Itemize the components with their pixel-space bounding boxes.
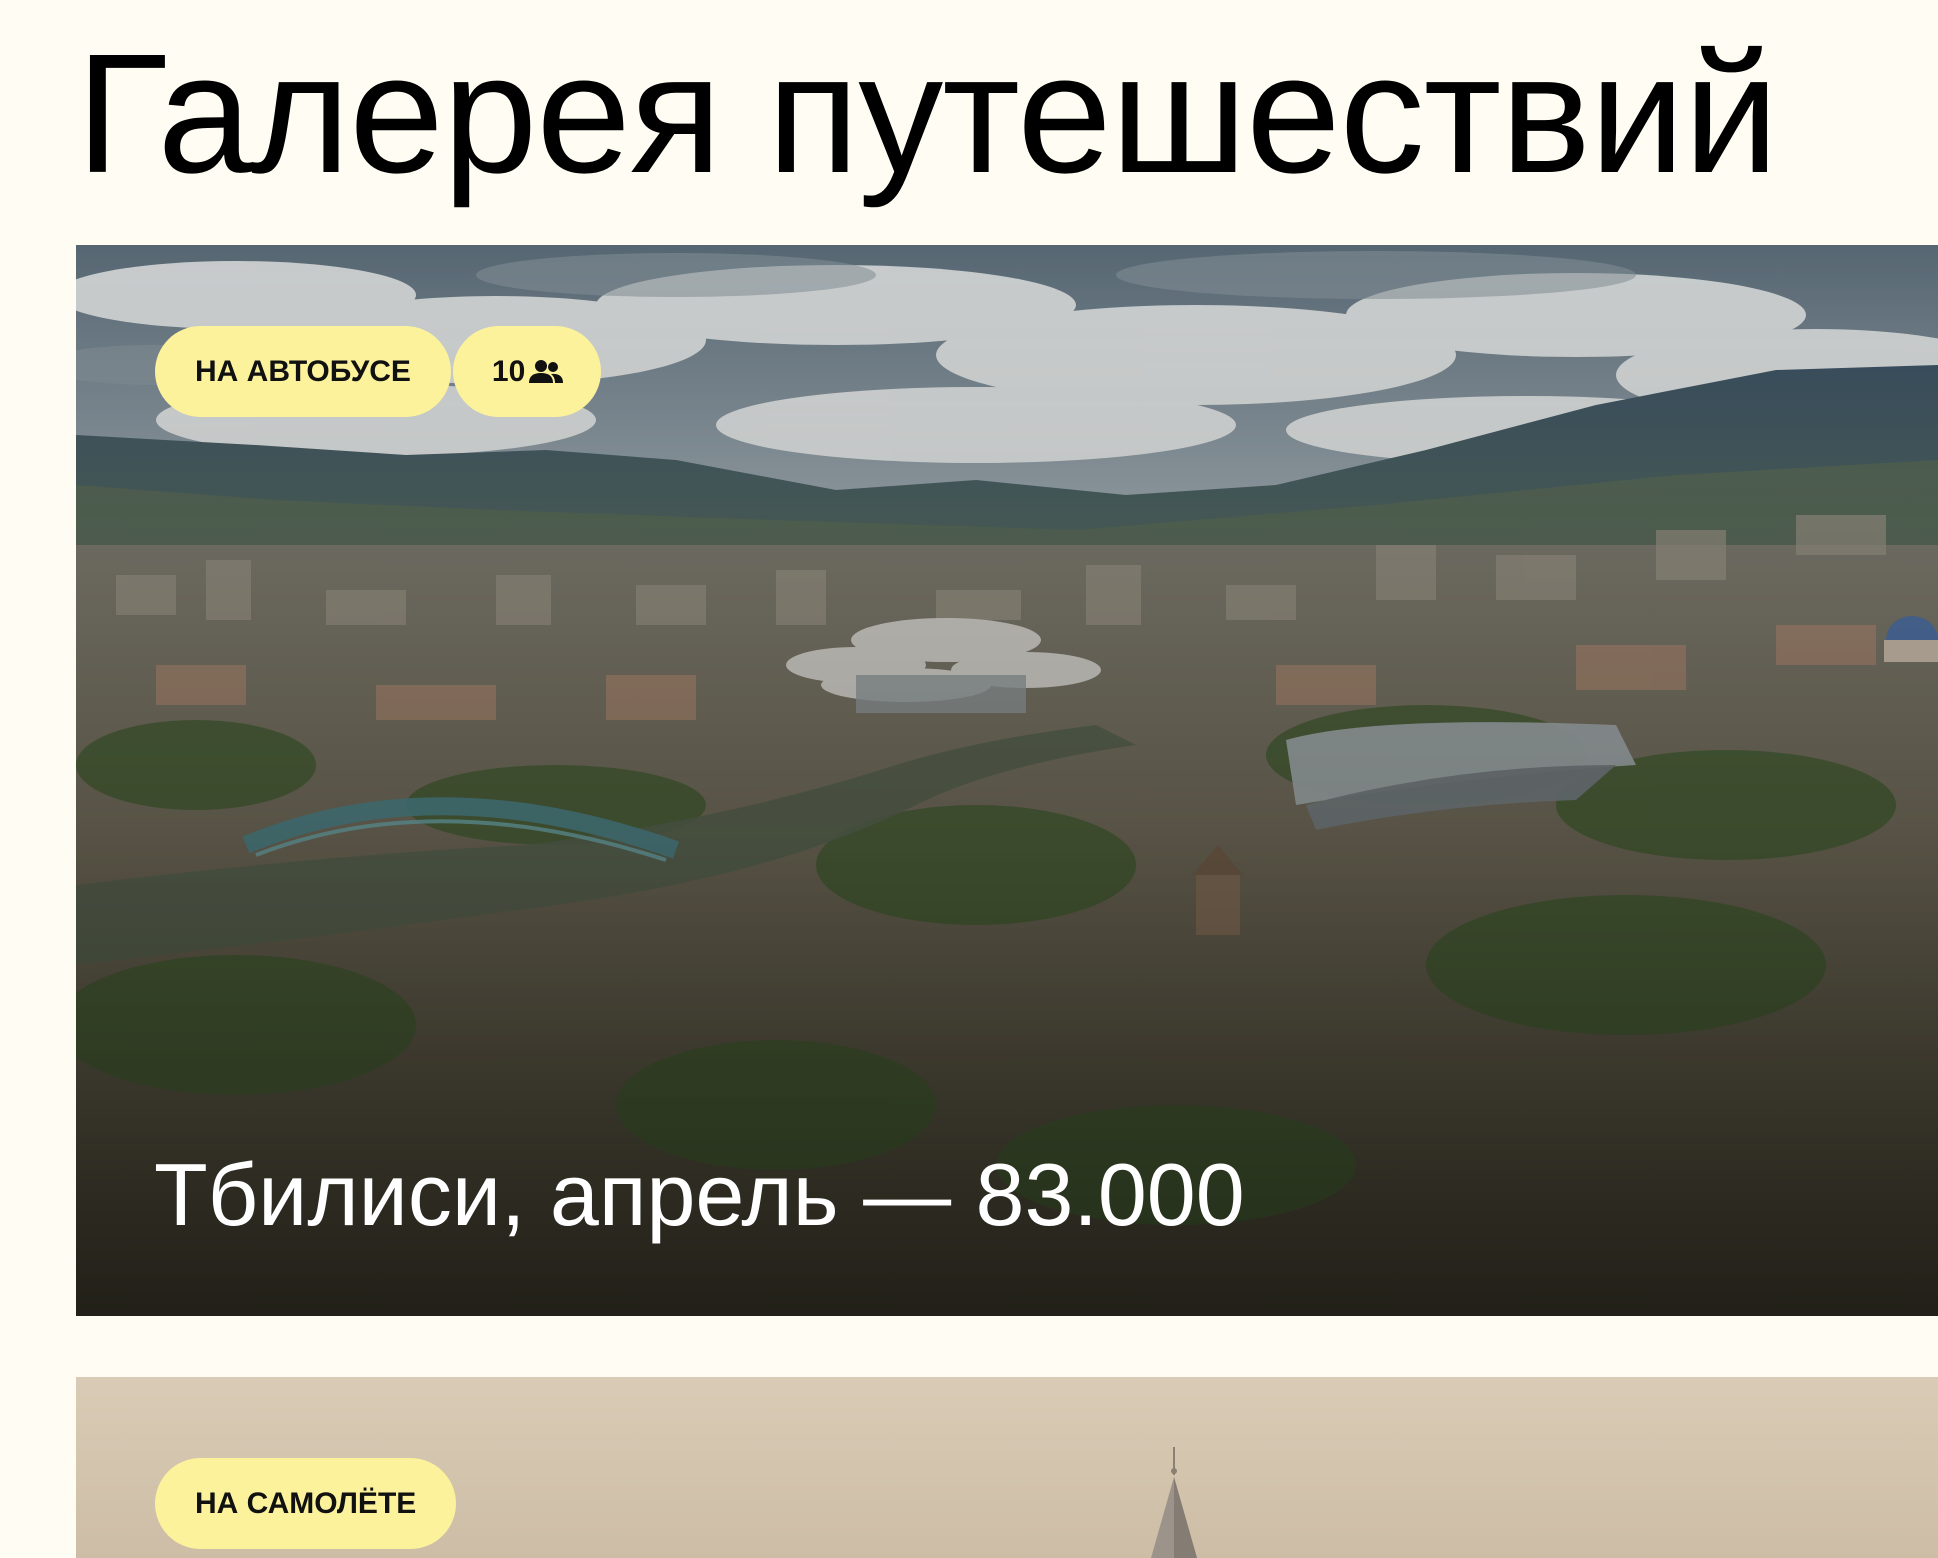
gallery-card-flight[interactable]: НА САМОЛЁТЕ xyxy=(76,1377,1938,1558)
people-icon xyxy=(529,359,564,383)
transport-badge-label: НА АВТОБУСЕ xyxy=(195,354,411,388)
page-title: Галерея путешествий xyxy=(76,19,1779,209)
gallery-card-tbilisi[interactable]: НА АВТОБУСЕ 10 Тбилиси, апрель — 83.000 xyxy=(76,245,1938,1316)
transport-badge-label: НА САМОЛЁТЕ xyxy=(195,1486,417,1520)
transport-badge[interactable]: НА АВТОБУСЕ xyxy=(155,326,451,417)
transport-badge[interactable]: НА САМОЛЁТЕ xyxy=(155,1458,457,1549)
card-badges: НА АВТОБУСЕ 10 xyxy=(155,326,602,417)
people-count-badge[interactable]: 10 xyxy=(452,326,602,417)
people-count: 10 xyxy=(491,354,526,388)
card-badges: НА САМОЛЁТЕ xyxy=(155,1458,457,1549)
card-caption: Тбилиси, апрель — 83.000 xyxy=(154,1145,1245,1244)
